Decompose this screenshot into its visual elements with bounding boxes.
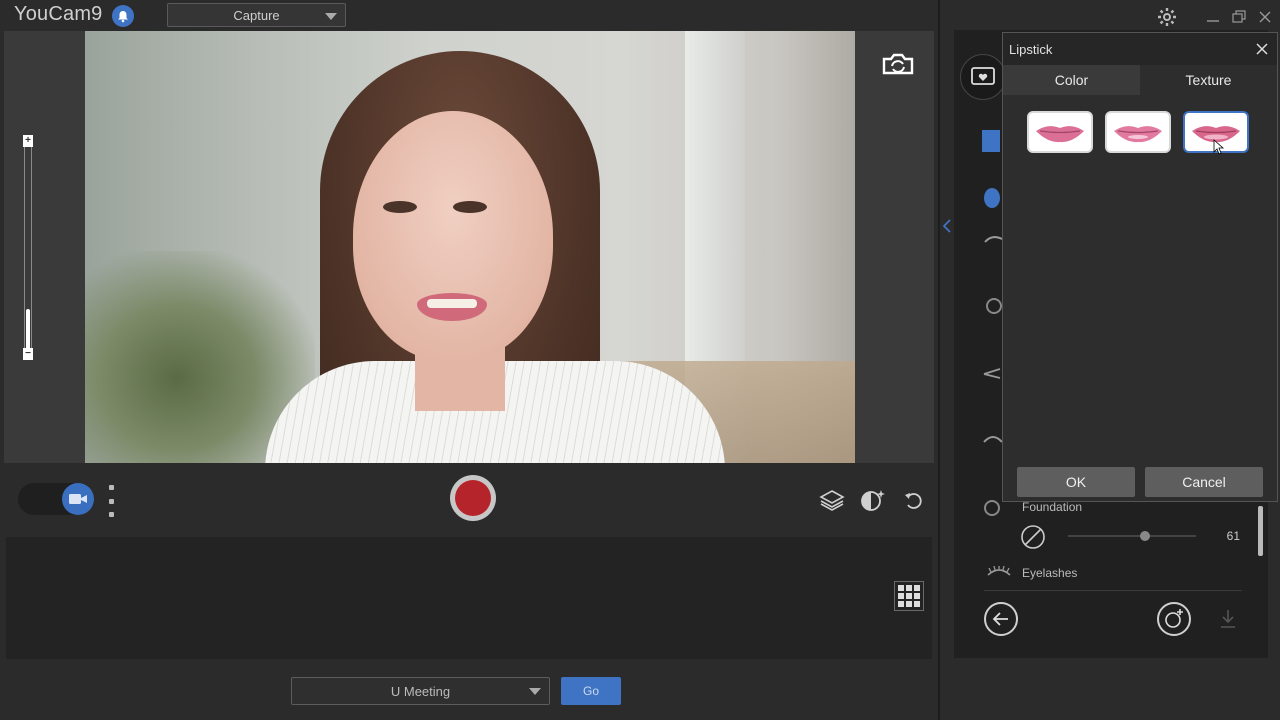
- eyebrow-icon[interactable]: [982, 232, 1004, 254]
- collapse-arrow-icon[interactable]: [942, 218, 952, 234]
- capture-controls: [4, 463, 934, 535]
- foundation-slider-row: 61: [1020, 522, 1240, 550]
- ok-button[interactable]: OK: [1017, 467, 1135, 497]
- foundation-slider[interactable]: [1068, 535, 1196, 537]
- mode-select-dropdown[interactable]: Capture: [167, 3, 346, 27]
- dialog-title-bar: Lipstick: [1003, 33, 1277, 65]
- camera-preview-area: + −: [4, 31, 934, 463]
- settings-icon[interactable]: [1156, 6, 1178, 28]
- dialog-title: Lipstick: [1009, 42, 1053, 57]
- mode-select-value: Capture: [233, 7, 280, 23]
- undo-icon[interactable]: [900, 487, 928, 513]
- cancel-button[interactable]: Cancel: [1145, 467, 1263, 497]
- back-icon[interactable]: [984, 602, 1018, 636]
- panel-scrollbar[interactable]: [1258, 506, 1263, 556]
- go-button[interactable]: Go: [561, 677, 621, 705]
- foundation-icon[interactable]: [982, 498, 1004, 520]
- eyelash-icon[interactable]: [986, 565, 1011, 588]
- lipstick-dialog: Lipstick Color Texture OK Cancel: [1002, 32, 1278, 502]
- chevron-down-icon: [529, 688, 541, 695]
- grid-icon[interactable]: [894, 581, 924, 611]
- mouse-cursor-icon: [1213, 139, 1225, 155]
- meeting-app-dropdown[interactable]: U Meeting: [291, 677, 550, 705]
- meeting-app-value: U Meeting: [390, 683, 451, 699]
- close-icon[interactable]: [1255, 42, 1269, 56]
- youcam-app-window: YouCam9 Capture + − U Meeting Go Foundat…: [0, 0, 1280, 720]
- chevron-down-icon: [325, 13, 337, 20]
- foundation-slider-thumb[interactable]: [1140, 531, 1150, 541]
- eyeliner-icon[interactable]: [982, 366, 1004, 388]
- camera-switch-icon[interactable]: [876, 48, 920, 80]
- title-bar: YouCam9 Capture: [0, 0, 938, 30]
- panel-divider: [938, 0, 940, 720]
- texture-swatch-2[interactable]: [1105, 111, 1171, 153]
- media-gallery-strip: [6, 537, 932, 659]
- dialog-footer: OK Cancel: [1003, 463, 1277, 503]
- dialog-tabs: Color Texture: [1003, 65, 1277, 95]
- minimize-icon[interactable]: [1206, 10, 1220, 24]
- eyelashes-label: Eyelashes: [1022, 566, 1078, 580]
- zoom-slider-fill: [26, 309, 30, 353]
- layers-icon[interactable]: [818, 487, 846, 513]
- window-controls: [1156, 6, 1272, 28]
- face-sparkle-icon[interactable]: [859, 487, 887, 513]
- eyeshadow-icon[interactable]: [982, 432, 1004, 454]
- record-button[interactable]: [450, 475, 496, 521]
- more-options-icon[interactable]: [106, 485, 116, 517]
- close-icon[interactable]: [1258, 10, 1272, 24]
- tab-color[interactable]: Color: [1003, 65, 1140, 95]
- makeup-mode-icon[interactable]: [960, 54, 1006, 100]
- restore-icon[interactable]: [1232, 10, 1246, 24]
- zoom-out-button[interactable]: −: [23, 348, 33, 360]
- blush-icon[interactable]: [982, 296, 1004, 318]
- category-indicator: [984, 188, 1000, 208]
- camera-preview-image: [85, 31, 855, 463]
- texture-swatch-1[interactable]: [1027, 111, 1093, 153]
- photo-video-toggle[interactable]: [18, 483, 94, 515]
- video-camera-icon: [62, 483, 94, 515]
- add-face-icon[interactable]: [1157, 602, 1191, 636]
- bell-icon[interactable]: [112, 5, 134, 27]
- foundation-value: 61: [1226, 529, 1240, 543]
- panel-separator: [984, 590, 1242, 591]
- disable-icon[interactable]: [1020, 524, 1046, 550]
- category-tab-active[interactable]: [982, 130, 1000, 152]
- tab-texture[interactable]: Texture: [1140, 65, 1277, 95]
- download-icon: [1218, 608, 1238, 630]
- zoom-in-button[interactable]: +: [23, 135, 33, 147]
- app-logo: YouCam9: [14, 3, 103, 25]
- zoom-slider[interactable]: [24, 136, 32, 360]
